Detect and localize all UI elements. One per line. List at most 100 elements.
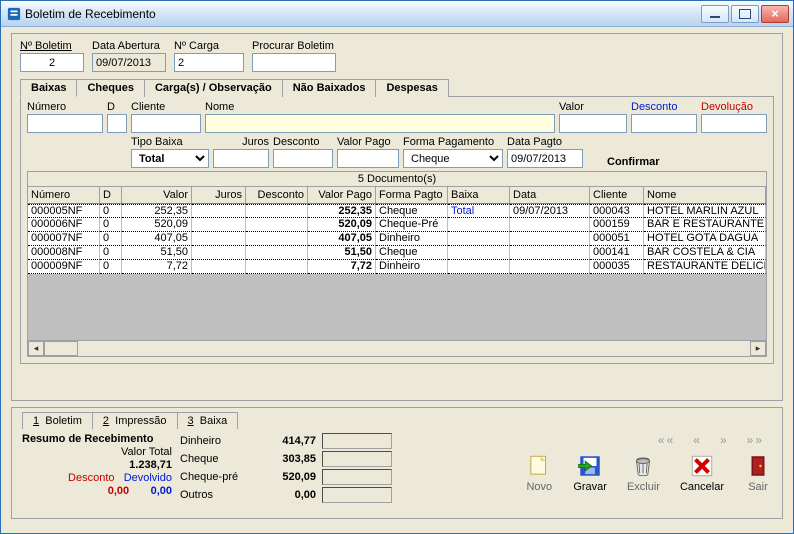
cancelar-button[interactable]: Cancelar: [680, 453, 724, 493]
devolucao-input[interactable]: [701, 114, 767, 133]
main-panel: Nº Boletim Data Abertura Nº Carga Procur…: [11, 33, 783, 401]
scroll-right-button[interactable]: ▸: [750, 341, 766, 356]
valor-pago-input[interactable]: [337, 149, 399, 168]
cheque-pre-label: Cheque-pré: [180, 471, 250, 483]
cell: [510, 232, 590, 246]
grid-hscroll[interactable]: ◂ ▸: [28, 340, 766, 356]
col-data[interactable]: Data: [510, 187, 590, 203]
col-valor[interactable]: Valor: [122, 187, 192, 203]
cell: [192, 232, 246, 246]
valor-label: Valor: [559, 101, 627, 113]
cell: 407,05: [308, 232, 376, 246]
col-juros[interactable]: Juros: [192, 187, 246, 203]
cell: Cheque-Pré: [376, 218, 448, 232]
numero-label: Número: [27, 101, 103, 113]
grid-title: 5 Documento(s): [28, 172, 766, 187]
cell: BAR COSTELA & CIA: [644, 246, 766, 260]
nav-next[interactable]: »: [720, 433, 729, 447]
cell: 0: [100, 246, 122, 260]
tab-row: Baixas Cheques Carga(s) / Observação Não…: [20, 78, 774, 96]
cancel-icon: [688, 453, 716, 479]
scroll-left-button[interactable]: ◂: [28, 341, 44, 356]
tipo-baixa-select[interactable]: Total: [131, 149, 209, 168]
numero-input[interactable]: [27, 114, 103, 133]
cell: [246, 232, 308, 246]
cliente-input[interactable]: [131, 114, 201, 133]
table-row[interactable]: 000005NF0252,35252,35ChequeTotal09/07/20…: [28, 204, 766, 218]
procurar-input[interactable]: [252, 53, 336, 72]
cell: [192, 260, 246, 274]
excluir-button[interactable]: Excluir: [627, 453, 660, 493]
bottom-tab-baixa[interactable]: 3 Baixa: [177, 412, 239, 429]
d-input[interactable]: [107, 114, 127, 133]
nome-label: Nome: [205, 101, 555, 113]
table-row[interactable]: 000008NF051,5051,50Cheque000141BAR COSTE…: [28, 246, 766, 260]
table-row[interactable]: 000007NF0407,05407,05Dinheiro000051HOTEL…: [28, 232, 766, 246]
col-valor-pago[interactable]: Valor Pago: [308, 187, 376, 203]
desconto-input[interactable]: [631, 114, 697, 133]
novo-button[interactable]: Novo: [525, 453, 553, 493]
cheque-pre-field[interactable]: [322, 469, 392, 485]
tab-cheques[interactable]: Cheques: [76, 79, 144, 97]
n-boletim-label[interactable]: Nº Boletim: [20, 40, 84, 52]
cell: HOTEL GOTA DAGUA: [644, 232, 766, 246]
d-label: D: [107, 101, 127, 113]
cell: [192, 246, 246, 260]
tab-cargas[interactable]: Carga(s) / Observação: [144, 79, 283, 97]
filter-row-2: Tipo Baixa Total Juros Desconto Valor Pa…: [27, 136, 767, 168]
devolucao-label: Devolução: [701, 101, 767, 113]
dinheiro-field[interactable]: [322, 433, 392, 449]
n-carga-input[interactable]: [174, 53, 244, 72]
table-row[interactable]: 000006NF0520,09520,09Cheque-Pré000159BAR…: [28, 218, 766, 232]
dinheiro-label: Dinheiro: [180, 435, 250, 447]
col-desconto[interactable]: Desconto: [246, 187, 308, 203]
cell: 0: [100, 204, 122, 218]
cell: 0: [100, 218, 122, 232]
table-row[interactable]: 000009NF07,727,72Dinheiro000035RESTAURAN…: [28, 260, 766, 274]
minimize-button[interactable]: [701, 5, 729, 23]
confirmar-button[interactable]: Confirmar: [607, 156, 660, 168]
title-text-row: Boletim de Recebimento: [5, 7, 701, 21]
nav-first[interactable]: ««: [658, 433, 675, 447]
tab-nao-baixados[interactable]: Não Baixados: [282, 79, 377, 97]
desconto2-input[interactable]: [273, 149, 333, 168]
forma-pgto-select[interactable]: Cheque: [403, 149, 503, 168]
title-bar: Boletim de Recebimento ×: [1, 1, 793, 27]
cell: 0: [100, 232, 122, 246]
n-boletim-input[interactable]: [20, 53, 84, 72]
data-abertura-input: [92, 53, 166, 72]
cell: Cheque: [376, 246, 448, 260]
close-button[interactable]: ×: [761, 5, 789, 23]
valor-input[interactable]: [559, 114, 627, 133]
sair-button[interactable]: Sair: [744, 453, 772, 493]
cell: HOTEL MARLIN AZUL: [644, 204, 766, 218]
cell: 000043: [590, 204, 644, 218]
nav-last[interactable]: »»: [747, 433, 764, 447]
grid-body[interactable]: 000005NF0252,35252,35ChequeTotal09/07/20…: [28, 204, 766, 340]
nav-prev[interactable]: «: [693, 433, 702, 447]
cheque-field[interactable]: [322, 451, 392, 467]
cell: 000159: [590, 218, 644, 232]
gravar-button[interactable]: Gravar: [573, 453, 607, 493]
nome-input[interactable]: [205, 114, 555, 133]
maximize-button[interactable]: [731, 5, 759, 23]
cell: 000035: [590, 260, 644, 274]
cell: 7,72: [308, 260, 376, 274]
tab-baixas[interactable]: Baixas: [20, 79, 77, 97]
col-forma[interactable]: Forma Pagto: [376, 187, 448, 203]
col-numero[interactable]: Número: [28, 187, 100, 203]
cell: 000007NF: [28, 232, 100, 246]
scroll-thumb[interactable]: [44, 341, 78, 356]
col-baixa[interactable]: Baixa: [448, 187, 510, 203]
data-pgto-input[interactable]: [507, 149, 583, 168]
tab-despesas[interactable]: Despesas: [375, 79, 448, 97]
juros-input[interactable]: [213, 149, 269, 168]
bottom-panel: 1 Boletim 2 Impressão 3 Baixa Resumo de …: [11, 407, 783, 519]
bottom-tab-impressao[interactable]: 2 Impressão: [92, 412, 178, 429]
app-window: Boletim de Recebimento × Nº Boletim Data…: [0, 0, 794, 534]
bottom-tab-boletim[interactable]: 1 Boletim: [22, 412, 93, 429]
col-cliente[interactable]: Cliente: [590, 187, 644, 203]
outros-field[interactable]: [322, 487, 392, 503]
col-nome[interactable]: Nome: [644, 187, 766, 203]
col-d[interactable]: D: [100, 187, 122, 203]
